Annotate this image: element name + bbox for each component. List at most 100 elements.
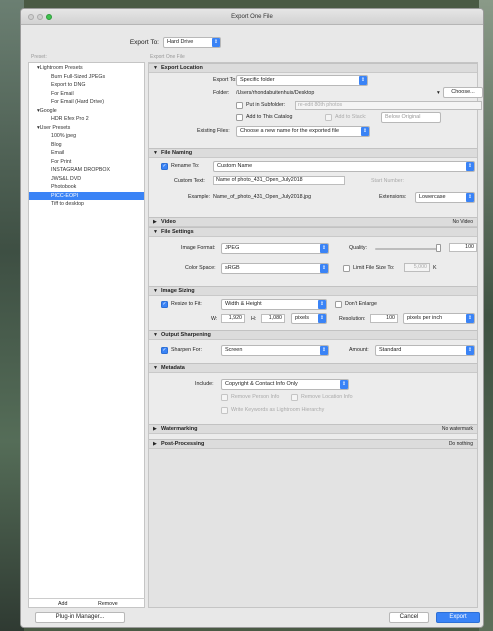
preset-item[interactable]: INSTAGRAM DROPBOX [29,166,144,175]
limit-file-size-input[interactable]: 5,000 [404,263,430,272]
include-select[interactable]: Copyright & Contact Info Only ⇕ [221,379,349,390]
quality-label: Quality: [349,245,367,251]
chevron-updown-icon: ⇕ [466,314,474,323]
rename-checkbox[interactable]: ✓ [161,163,168,170]
size-unit-value: pixels [295,315,310,321]
existing-files-label: Existing Files: [197,128,230,134]
custom-text-input[interactable]: Name of photo_431_Open_July2018 [213,176,345,185]
video-section: ▶ Video No Video [149,217,477,227]
resize-select[interactable]: Width & Height ⇕ [221,299,327,310]
include-value: Copyright & Contact Info Only [225,381,298,387]
preset-item[interactable]: JWS&L DVD [29,175,144,184]
amount-select[interactable]: Standard ⇕ [375,345,475,356]
existing-files-select[interactable]: Choose a new name for the exported file ⇕ [236,126,370,137]
export-button[interactable]: Export [436,612,480,623]
remove-location-label: Remove Location Info [301,394,353,400]
file-naming-header[interactable]: ▼ File Naming [149,148,477,158]
watermarking-header[interactable]: ▶ Watermarking No watermark [149,424,477,434]
triangle-down-icon: ▼ [153,150,158,156]
image-format-select[interactable]: JPEG ⇕ [221,243,329,254]
export-to-label: Export To: [129,39,159,46]
file-settings-title: File Settings [161,229,194,235]
chevron-updown-icon: ⇕ [318,300,326,309]
amount-label: Amount: [349,347,369,353]
preset-item[interactable]: For Email (Hard Drive) [29,98,144,107]
sharpen-checkbox[interactable]: ✓ [161,347,168,354]
metadata-header[interactable]: ▼ Metadata [149,363,477,373]
preset-item[interactable]: PICC-EOPI [29,191,144,200]
sharpen-label: Sharpen For: [171,347,202,353]
close-window-button[interactable] [28,14,34,20]
dont-enlarge-checkbox[interactable] [335,301,342,308]
triangle-down-icon: ▼ [153,65,158,71]
triangle-down-icon: ▼ [153,365,158,371]
resize-label: Resize to Fit: [171,301,202,307]
preset-column-header: Preset: [31,54,47,60]
export-location-value: Specific folder [240,77,275,83]
preset-item[interactable]: HDR Efex Pro 2 [29,115,144,124]
stack-position-select[interactable]: Below Original [381,112,441,123]
preset-item[interactable]: For Print [29,158,144,167]
quality-slider-thumb[interactable] [436,244,441,252]
quality-input[interactable]: 100 [449,243,477,252]
rename-select[interactable]: Custom Name ⇕ [213,161,475,172]
preset-group[interactable]: ▾Lightroom Presets [29,64,144,73]
chevron-updown-icon: ⇕ [361,127,369,136]
preset-item[interactable]: Tiff to desktop [29,200,144,209]
export-to-select[interactable]: Hard Drive ⇕ [163,37,221,48]
resolution-unit-value: pixels per inch [407,315,443,321]
choose-folder-button[interactable]: Choose... [443,87,483,98]
preset-item[interactable]: 100% jpeg [29,132,144,141]
output-sharpening-header[interactable]: ▼ Output Sharpening [149,330,477,340]
watermarking-summary: No watermark [441,426,473,432]
remove-location-checkbox[interactable] [291,394,298,401]
write-keywords-checkbox[interactable] [221,407,228,414]
add-to-catalog-checkbox[interactable] [236,114,243,121]
image-sizing-header[interactable]: ▼ Image Sizing [149,286,477,296]
post-processing-header[interactable]: ▶ Post-Processing Do nothing [149,439,477,449]
resolution-input[interactable]: 100 [370,314,398,323]
height-input[interactable]: 1,080 [261,314,285,323]
subfolder-input[interactable]: re-edit 80th photos [295,101,482,110]
export-location-select[interactable]: Specific folder ⇕ [236,75,368,86]
extensions-select[interactable]: Lowercase ⇕ [415,192,475,203]
resolution-unit-select[interactable]: pixels per inch ⇕ [403,313,475,324]
remove-person-checkbox[interactable] [221,394,228,401]
limit-file-size-checkbox[interactable] [343,265,350,272]
add-preset-button[interactable]: Add [58,601,67,607]
subfolder-label: Put in Subfolder: [246,102,286,108]
quality-slider[interactable] [375,248,439,250]
preset-item[interactable]: Export to DNG [29,81,144,90]
folder-history-icon[interactable]: ▾ [437,90,440,96]
minimize-window-button[interactable] [37,14,43,20]
chevron-updown-icon: ⇕ [466,162,474,171]
folder-label: Folder: [213,90,230,96]
preset-group[interactable]: ▾Google [29,107,144,116]
resize-checkbox[interactable]: ✓ [161,301,168,308]
preset-item[interactable]: For Email [29,90,144,99]
chevron-updown-icon: ⇕ [212,38,220,47]
export-location-header[interactable]: ▼ Export Location [149,63,477,73]
triangle-right-icon: ▶ [153,219,157,225]
width-input[interactable]: 1,920 [221,314,245,323]
sharpen-for-select[interactable]: Screen ⇕ [221,345,329,356]
zoom-window-button[interactable] [46,14,52,20]
resize-value: Width & Height [225,301,262,307]
add-to-stack-checkbox[interactable] [325,114,332,121]
file-settings-header[interactable]: ▼ File Settings [149,227,477,237]
video-header[interactable]: ▶ Video No Video [149,217,477,227]
preset-item[interactable]: Photobook [29,183,144,192]
preset-item[interactable]: Blog [29,141,144,150]
remove-preset-button[interactable]: Remove [98,601,118,607]
preset-item[interactable]: Email [29,149,144,158]
preset-item[interactable]: Burn Full-Sized JPEGs [29,73,144,82]
plugin-manager-button[interactable]: Plug-in Manager... [35,612,125,623]
example-label: Example: [188,194,211,200]
preset-buttons: Add Remove [28,598,145,608]
cancel-button[interactable]: Cancel [389,612,429,623]
preset-group[interactable]: ▾User Presets [29,124,144,133]
color-space-select[interactable]: sRGB ⇕ [221,263,329,274]
subfolder-checkbox[interactable] [236,102,243,109]
chevron-updown-icon: ⇕ [466,346,474,355]
size-unit-select[interactable]: pixels ⇕ [291,313,327,324]
